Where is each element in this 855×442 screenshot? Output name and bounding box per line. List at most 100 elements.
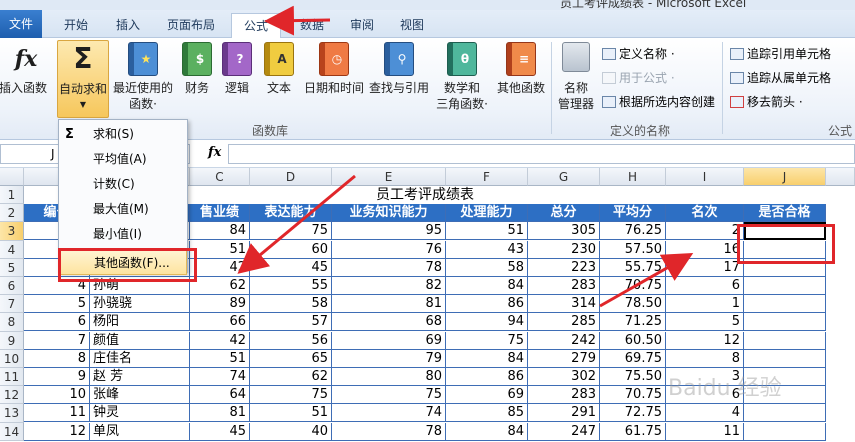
menu-item-count[interactable]: 计数(C): [59, 172, 187, 197]
score-cell[interactable]: 51: [446, 222, 528, 241]
score-cell[interactable]: 85: [446, 404, 528, 423]
average-cell[interactable]: 78.50: [600, 295, 666, 314]
average-cell[interactable]: 75.50: [600, 368, 666, 386]
score-cell[interactable]: 69: [446, 386, 528, 405]
header-cell[interactable]: 平均分: [600, 204, 666, 223]
column-header-f[interactable]: F: [446, 168, 528, 186]
score-cell[interactable]: 45: [250, 258, 332, 277]
select-all-corner[interactable]: [0, 168, 24, 186]
score-cell[interactable]: 65: [250, 349, 332, 368]
score-cell[interactable]: 75: [332, 386, 446, 405]
score-cell[interactable]: 51: [190, 349, 250, 368]
define-name-button[interactable]: 定义名称 ·: [602, 46, 675, 62]
menu-item-sum[interactable]: Σ 求和(S): [59, 122, 187, 147]
qualified-cell[interactable]: [744, 277, 826, 295]
row-header[interactable]: 2: [0, 204, 24, 223]
header-cell[interactable]: 名次: [666, 204, 744, 223]
qualified-cell[interactable]: [744, 422, 826, 441]
score-cell[interactable]: 43: [446, 240, 528, 259]
average-cell[interactable]: 69.75: [600, 349, 666, 368]
trace-precedents-button[interactable]: 追踪引用单元格: [730, 46, 831, 62]
row-header[interactable]: 11: [0, 368, 24, 387]
qualified-cell[interactable]: [744, 404, 826, 423]
name-cell[interactable]: 颜值: [90, 331, 190, 350]
score-cell[interactable]: 42: [190, 331, 250, 350]
tab-file[interactable]: 文件: [0, 10, 42, 38]
name-cell[interactable]: 庄佳名: [90, 349, 190, 368]
score-cell[interactable]: 68: [332, 313, 446, 332]
score-cell[interactable]: 74: [332, 404, 446, 423]
rank-cell[interactable]: 1: [666, 295, 744, 314]
id-cell[interactable]: 7: [24, 331, 90, 350]
menu-item-average[interactable]: 平均值(A): [59, 147, 187, 172]
score-cell[interactable]: 75: [250, 222, 332, 241]
score-cell[interactable]: 84: [446, 349, 528, 368]
score-cell[interactable]: 57: [250, 313, 332, 332]
score-cell[interactable]: 66: [190, 313, 250, 332]
total-cell[interactable]: 305: [528, 222, 600, 241]
tab-view[interactable]: 视图: [392, 13, 432, 38]
math-trig-button[interactable]: θ 数学和 三角函数·: [432, 42, 492, 112]
create-from-selection-button[interactable]: 根据所选内容创建: [602, 94, 715, 110]
score-cell[interactable]: 55: [250, 277, 332, 295]
datetime-button[interactable]: ◷ 日期和时间: [302, 42, 366, 96]
id-cell[interactable]: 11: [24, 404, 90, 423]
score-cell[interactable]: 51: [190, 240, 250, 259]
name-cell[interactable]: 单凤: [90, 422, 190, 441]
recent-functions-button[interactable]: ★ 最近使用的 函数·: [112, 42, 174, 112]
lookup-button[interactable]: ⚲ 查找与引用: [367, 42, 431, 96]
score-cell[interactable]: 69: [332, 331, 446, 350]
average-cell[interactable]: 55.75: [600, 258, 666, 277]
id-cell[interactable]: 8: [24, 349, 90, 368]
average-cell[interactable]: 57.50: [600, 240, 666, 259]
id-cell[interactable]: 10: [24, 386, 90, 405]
use-in-formula-button[interactable]: 用于公式 ·: [602, 70, 675, 86]
row-header[interactable]: 5: [0, 258, 24, 277]
row-header[interactable]: 13: [0, 404, 24, 423]
autosum-button[interactable]: Σ 自动求和 ▼: [57, 40, 109, 118]
tab-data[interactable]: 数据: [290, 13, 334, 38]
qualified-cell[interactable]: [744, 349, 826, 368]
column-header-j[interactable]: J: [744, 168, 826, 186]
row-header[interactable]: 7: [0, 295, 24, 314]
score-cell[interactable]: 64: [190, 386, 250, 405]
total-cell[interactable]: 283: [528, 386, 600, 405]
score-cell[interactable]: 56: [250, 331, 332, 350]
row-header[interactable]: 6: [0, 277, 24, 296]
more-functions-button[interactable]: ≡ 其他函数: [493, 42, 549, 96]
average-cell[interactable]: 61.75: [600, 422, 666, 441]
tab-home[interactable]: 开始: [52, 13, 100, 38]
header-cell[interactable]: 是否合格: [744, 204, 826, 223]
total-cell[interactable]: 285: [528, 313, 600, 332]
column-header-g[interactable]: G: [528, 168, 600, 186]
column-header-e[interactable]: E: [332, 168, 446, 186]
qualified-cell[interactable]: [744, 313, 826, 332]
total-cell[interactable]: 223: [528, 258, 600, 277]
tab-insert[interactable]: 插入: [106, 13, 150, 38]
id-cell[interactable]: 9: [24, 368, 90, 386]
rank-cell[interactable]: 11: [666, 422, 744, 441]
header-cell[interactable]: 表达能力: [250, 204, 332, 223]
name-cell[interactable]: 赵 芳: [90, 368, 190, 386]
header-cell[interactable]: 总分: [528, 204, 600, 223]
score-cell[interactable]: 86: [446, 368, 528, 386]
row-header[interactable]: 8: [0, 313, 24, 332]
average-cell[interactable]: 70.75: [600, 386, 666, 405]
score-cell[interactable]: 78: [332, 258, 446, 277]
score-cell[interactable]: 74: [190, 368, 250, 386]
score-cell[interactable]: 62: [250, 368, 332, 386]
score-cell[interactable]: 86: [446, 295, 528, 314]
column-header-c[interactable]: C: [190, 168, 250, 186]
qualified-cell[interactable]: [744, 295, 826, 314]
score-cell[interactable]: 81: [332, 295, 446, 314]
average-cell[interactable]: 76.25: [600, 222, 666, 241]
total-cell[interactable]: 283: [528, 277, 600, 295]
column-header-h[interactable]: H: [600, 168, 666, 186]
score-cell[interactable]: 84: [190, 222, 250, 241]
fx-icon[interactable]: fx: [208, 145, 221, 160]
total-cell[interactable]: 291: [528, 404, 600, 423]
remove-arrows-button[interactable]: 移去箭头 ·: [730, 94, 803, 110]
score-cell[interactable]: 45: [190, 422, 250, 441]
header-cell[interactable]: 处理能力: [446, 204, 528, 223]
column-header[interactable]: [826, 168, 855, 186]
